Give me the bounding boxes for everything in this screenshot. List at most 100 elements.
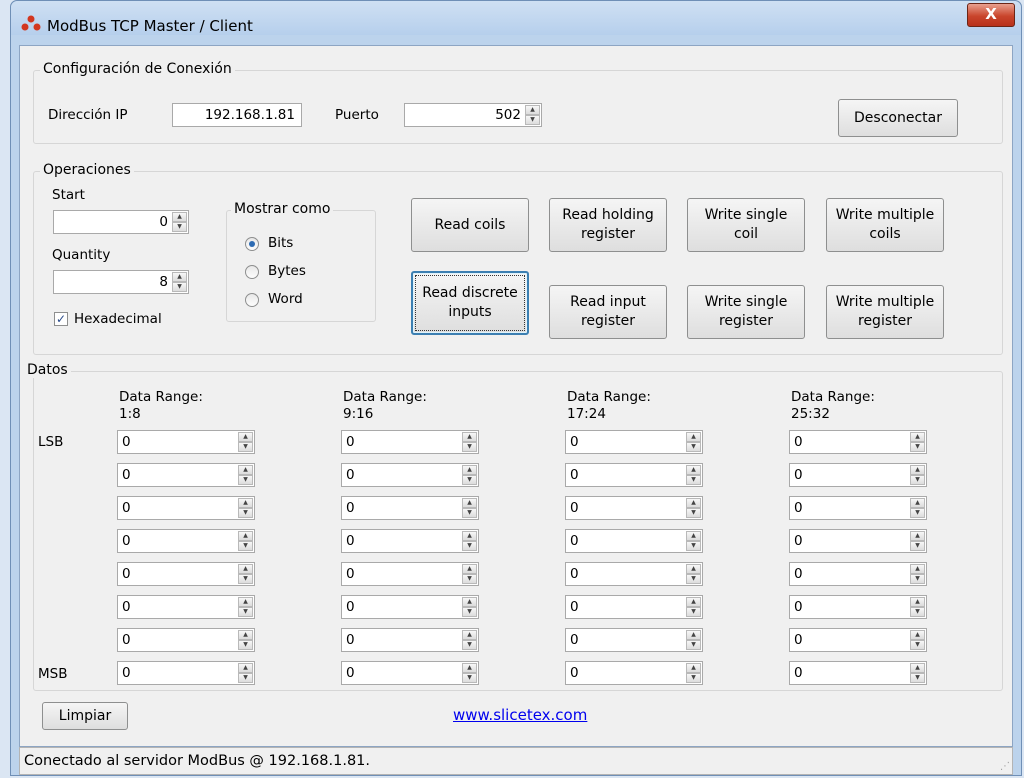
up-arrow-icon[interactable]: ▲ bbox=[172, 212, 187, 222]
value-updown[interactable]: ▲ ▼ bbox=[910, 564, 925, 584]
write-single-register-button[interactable]: Write single register bbox=[687, 285, 805, 339]
data-value-stepper[interactable]: 0 ▲ ▼ bbox=[341, 430, 479, 454]
quantity-stepper[interactable]: 8 ▲ ▼ bbox=[53, 270, 189, 294]
down-arrow-icon[interactable]: ▼ bbox=[910, 541, 925, 551]
down-arrow-icon[interactable]: ▼ bbox=[238, 607, 253, 617]
data-value-stepper[interactable]: 0 ▲ ▼ bbox=[565, 496, 703, 520]
data-value-stepper[interactable]: 0 ▲ ▼ bbox=[117, 463, 255, 487]
value-updown[interactable]: ▲ ▼ bbox=[462, 630, 477, 650]
down-arrow-icon[interactable]: ▼ bbox=[462, 508, 477, 518]
up-arrow-icon[interactable]: ▲ bbox=[238, 630, 253, 640]
value-updown[interactable]: ▲ ▼ bbox=[462, 663, 477, 683]
resize-grip-icon[interactable]: ⋰ bbox=[1000, 762, 1010, 772]
down-arrow-icon[interactable]: ▼ bbox=[462, 442, 477, 452]
bytes-label[interactable]: Bytes bbox=[268, 263, 306, 279]
disconnect-button[interactable]: Desconectar bbox=[838, 99, 958, 137]
up-arrow-icon[interactable]: ▲ bbox=[910, 465, 925, 475]
data-value-stepper[interactable]: 0 ▲ ▼ bbox=[341, 463, 479, 487]
down-arrow-icon[interactable]: ▼ bbox=[686, 442, 701, 452]
data-value-stepper[interactable]: 0 ▲ ▼ bbox=[789, 661, 927, 685]
down-arrow-icon[interactable]: ▼ bbox=[525, 115, 540, 125]
word-radio[interactable] bbox=[245, 293, 259, 307]
up-arrow-icon[interactable]: ▲ bbox=[462, 531, 477, 541]
value-updown[interactable]: ▲ ▼ bbox=[686, 630, 701, 650]
value-updown[interactable]: ▲ ▼ bbox=[686, 564, 701, 584]
write-multiple-coils-button[interactable]: Write multiple coils bbox=[826, 198, 944, 252]
port-stepper[interactable]: 502 ▲ ▼ bbox=[404, 103, 542, 127]
down-arrow-icon[interactable]: ▼ bbox=[910, 508, 925, 518]
value-updown[interactable]: ▲ ▼ bbox=[238, 597, 253, 617]
down-arrow-icon[interactable]: ▼ bbox=[462, 640, 477, 650]
down-arrow-icon[interactable]: ▼ bbox=[910, 607, 925, 617]
up-arrow-icon[interactable]: ▲ bbox=[462, 597, 477, 607]
up-arrow-icon[interactable]: ▲ bbox=[462, 663, 477, 673]
up-arrow-icon[interactable]: ▲ bbox=[462, 432, 477, 442]
value-updown[interactable]: ▲ ▼ bbox=[462, 432, 477, 452]
start-updown[interactable]: ▲ ▼ bbox=[172, 212, 187, 232]
up-arrow-icon[interactable]: ▲ bbox=[238, 498, 253, 508]
ip-field[interactable]: 192.168.1.81 bbox=[172, 103, 302, 127]
down-arrow-icon[interactable]: ▼ bbox=[910, 673, 925, 683]
up-arrow-icon[interactable]: ▲ bbox=[238, 531, 253, 541]
read-discrete-inputs-button[interactable]: Read discrete inputs bbox=[411, 271, 529, 335]
down-arrow-icon[interactable]: ▼ bbox=[462, 541, 477, 551]
start-stepper[interactable]: 0 ▲ ▼ bbox=[53, 210, 189, 234]
up-arrow-icon[interactable]: ▲ bbox=[910, 531, 925, 541]
data-value-stepper[interactable]: 0 ▲ ▼ bbox=[565, 595, 703, 619]
up-arrow-icon[interactable]: ▲ bbox=[686, 432, 701, 442]
up-arrow-icon[interactable]: ▲ bbox=[238, 597, 253, 607]
down-arrow-icon[interactable]: ▼ bbox=[238, 541, 253, 551]
down-arrow-icon[interactable]: ▼ bbox=[172, 222, 187, 232]
up-arrow-icon[interactable]: ▲ bbox=[462, 465, 477, 475]
value-updown[interactable]: ▲ ▼ bbox=[238, 498, 253, 518]
value-updown[interactable]: ▲ ▼ bbox=[910, 597, 925, 617]
up-arrow-icon[interactable]: ▲ bbox=[686, 597, 701, 607]
up-arrow-icon[interactable]: ▲ bbox=[462, 564, 477, 574]
data-value-stepper[interactable]: 0 ▲ ▼ bbox=[789, 595, 927, 619]
value-updown[interactable]: ▲ ▼ bbox=[238, 564, 253, 584]
up-arrow-icon[interactable]: ▲ bbox=[462, 498, 477, 508]
data-value-stepper[interactable]: 0 ▲ ▼ bbox=[565, 628, 703, 652]
data-value-stepper[interactable]: 0 ▲ ▼ bbox=[117, 595, 255, 619]
value-updown[interactable]: ▲ ▼ bbox=[686, 531, 701, 551]
data-value-stepper[interactable]: 0 ▲ ▼ bbox=[341, 562, 479, 586]
data-value-stepper[interactable]: 0 ▲ ▼ bbox=[565, 562, 703, 586]
up-arrow-icon[interactable]: ▲ bbox=[686, 531, 701, 541]
data-value-stepper[interactable]: 0 ▲ ▼ bbox=[565, 661, 703, 685]
down-arrow-icon[interactable]: ▼ bbox=[686, 475, 701, 485]
down-arrow-icon[interactable]: ▼ bbox=[462, 574, 477, 584]
down-arrow-icon[interactable]: ▼ bbox=[910, 442, 925, 452]
down-arrow-icon[interactable]: ▼ bbox=[910, 475, 925, 485]
up-arrow-icon[interactable]: ▲ bbox=[172, 272, 187, 282]
website-link[interactable]: www.slicetex.com bbox=[453, 706, 587, 724]
up-arrow-icon[interactable]: ▲ bbox=[910, 630, 925, 640]
down-arrow-icon[interactable]: ▼ bbox=[686, 607, 701, 617]
data-value-stepper[interactable]: 0 ▲ ▼ bbox=[789, 430, 927, 454]
value-updown[interactable]: ▲ ▼ bbox=[462, 531, 477, 551]
value-updown[interactable]: ▲ ▼ bbox=[686, 663, 701, 683]
value-updown[interactable]: ▲ ▼ bbox=[238, 432, 253, 452]
down-arrow-icon[interactable]: ▼ bbox=[462, 673, 477, 683]
value-updown[interactable]: ▲ ▼ bbox=[686, 465, 701, 485]
down-arrow-icon[interactable]: ▼ bbox=[910, 574, 925, 584]
down-arrow-icon[interactable]: ▼ bbox=[238, 442, 253, 452]
value-updown[interactable]: ▲ ▼ bbox=[910, 432, 925, 452]
data-value-stepper[interactable]: 0 ▲ ▼ bbox=[117, 529, 255, 553]
read-coils-button[interactable]: Read coils bbox=[411, 198, 529, 252]
hexadecimal-label[interactable]: Hexadecimal bbox=[74, 311, 162, 327]
port-updown[interactable]: ▲ ▼ bbox=[525, 105, 540, 125]
up-arrow-icon[interactable]: ▲ bbox=[910, 564, 925, 574]
data-value-stepper[interactable]: 0 ▲ ▼ bbox=[117, 562, 255, 586]
data-value-stepper[interactable]: 0 ▲ ▼ bbox=[789, 628, 927, 652]
data-value-stepper[interactable]: 0 ▲ ▼ bbox=[117, 430, 255, 454]
write-multiple-register-button[interactable]: Write multiple register bbox=[826, 285, 944, 339]
word-label[interactable]: Word bbox=[268, 291, 303, 307]
data-value-stepper[interactable]: 0 ▲ ▼ bbox=[789, 562, 927, 586]
value-updown[interactable]: ▲ ▼ bbox=[462, 564, 477, 584]
up-arrow-icon[interactable]: ▲ bbox=[686, 630, 701, 640]
data-value-stepper[interactable]: 0 ▲ ▼ bbox=[789, 463, 927, 487]
value-updown[interactable]: ▲ ▼ bbox=[686, 597, 701, 617]
up-arrow-icon[interactable]: ▲ bbox=[525, 105, 540, 115]
data-value-stepper[interactable]: 0 ▲ ▼ bbox=[341, 661, 479, 685]
down-arrow-icon[interactable]: ▼ bbox=[462, 607, 477, 617]
